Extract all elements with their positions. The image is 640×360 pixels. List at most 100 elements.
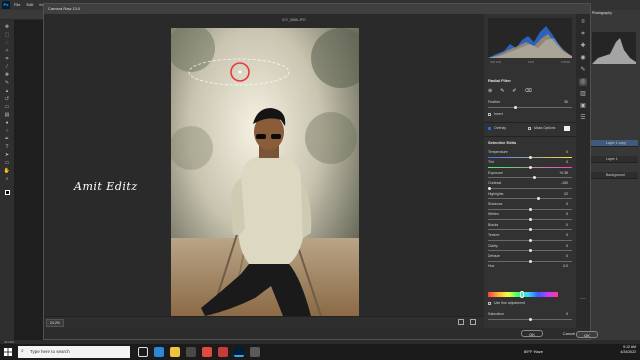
hue-picker-thumb[interactable] <box>520 291 524 298</box>
photo-preview[interactable] <box>171 28 359 316</box>
clarity-value[interactable]: 0 <box>554 244 568 248</box>
contrast-value[interactable]: -100 <box>554 181 568 185</box>
temperature-value[interactable]: 0 <box>554 150 568 154</box>
add-mask-icon[interactable]: ⊕ <box>488 88 492 94</box>
blur-tool-icon[interactable]: ● <box>3 120 11 126</box>
edit-brush-icon[interactable]: ✐ <box>512 88 516 94</box>
snapshots-icon[interactable]: ▣ <box>579 102 587 110</box>
file-explorer-icon[interactable] <box>170 347 180 357</box>
crop-icon[interactable]: ⌗ <box>579 30 587 38</box>
layer-row[interactable]: Layer 1 copy <box>590 140 638 147</box>
shadows-slider-thumb[interactable] <box>528 207 532 211</box>
app-icon[interactable] <box>250 347 260 357</box>
windows-start-icon[interactable] <box>4 348 12 356</box>
blacks-slider-thumb[interactable] <box>528 228 532 232</box>
shadows-value[interactable]: 0 <box>554 202 568 206</box>
pen-tool-icon[interactable]: ✒ <box>3 136 11 142</box>
brush-icon[interactable]: ✎ <box>500 88 504 94</box>
clarity-slider-thumb[interactable] <box>528 249 532 253</box>
task-view-icon[interactable] <box>138 347 148 357</box>
eyedropper-icon[interactable]: ⁄ <box>3 64 11 70</box>
system-clock[interactable]: 9:12 AM 4/24/2022 <box>620 345 636 355</box>
brush-tool-icon[interactable]: ✎ <box>3 80 11 86</box>
dehaze-slider-thumb[interactable] <box>528 259 532 263</box>
layer-row[interactable]: Background <box>590 172 638 179</box>
texture-slider-thumb[interactable] <box>528 238 532 242</box>
presets-icon[interactable]: ☰ <box>579 114 587 122</box>
history-brush-icon[interactable]: ↺ <box>3 96 11 102</box>
tool-icon-strip: ≡ ⌗ ✚ ◉ ✎ ◎ ▥ ▣ ☰ … <box>576 14 590 328</box>
texture-value[interactable]: 0 <box>554 233 568 237</box>
healing-brush-icon[interactable]: ✚ <box>3 72 11 78</box>
invert-checkbox[interactable] <box>488 113 491 116</box>
more-options-icon[interactable]: … <box>579 294 587 302</box>
workspace-tab[interactable]: Photography <box>592 11 612 15</box>
store-icon[interactable] <box>186 347 196 357</box>
radial-filter-icon[interactable]: ◎ <box>579 78 587 86</box>
weather-widget[interactable]: 89°F Haze <box>524 349 543 354</box>
hue-value[interactable]: 0.0 <box>554 264 568 268</box>
whites-slider-thumb[interactable] <box>528 217 532 221</box>
edge-browser-icon[interactable] <box>154 347 164 357</box>
tint-slider-thumb[interactable] <box>528 165 532 169</box>
app-icon[interactable] <box>218 347 228 357</box>
feather-value[interactable]: 30 <box>554 100 568 104</box>
hand-tool-icon[interactable]: ✋ <box>3 168 11 174</box>
highlights-slider-thumb[interactable] <box>536 197 540 201</box>
lasso-tool-icon[interactable]: ◌ <box>3 40 11 46</box>
shape-tool-icon[interactable]: ▭ <box>3 160 11 166</box>
move-tool-icon[interactable]: ✥ <box>3 24 11 30</box>
erase-icon[interactable]: ⌫ <box>525 88 532 94</box>
mask-options-checkbox[interactable] <box>528 127 531 130</box>
crop-tool-icon[interactable]: ⌗ <box>3 56 11 62</box>
eraser-tool-icon[interactable]: ▭ <box>3 104 11 110</box>
path-select-icon[interactable]: ➤ <box>3 152 11 158</box>
tools-panel: ✥ ⬚ ◌ ✧ ⌗ ⁄ ✚ ✎ ▴ ↺ ▭ ▤ ● ○ ✒ T ➤ ▭ ✋ ⌕ <box>0 20 14 340</box>
feather-slider-track[interactable] <box>488 107 572 108</box>
ok-button-visible[interactable]: OK <box>521 330 543 337</box>
exposure-slider-track[interactable] <box>488 177 572 179</box>
saturation-value[interactable]: 0 <box>554 312 568 316</box>
color-swatch[interactable] <box>3 190 11 196</box>
blacks-value[interactable]: 0 <box>554 223 568 227</box>
graduated-filter-icon[interactable]: ▥ <box>579 90 587 98</box>
marquee-tool-icon[interactable]: ⬚ <box>3 32 11 38</box>
red-eye-icon[interactable]: ◉ <box>579 54 587 62</box>
exposure-slider-thumb[interactable] <box>532 176 536 180</box>
tint-value[interactable]: 0 <box>554 160 568 164</box>
edit-icon[interactable]: ≡ <box>579 18 587 26</box>
overlay-checkbox[interactable] <box>488 127 491 130</box>
whites-value[interactable]: 0 <box>554 212 568 216</box>
type-tool-icon[interactable]: T <box>3 144 11 150</box>
highlights-value[interactable]: 22 <box>554 192 568 196</box>
magic-wand-icon[interactable]: ✧ <box>3 48 11 54</box>
stamp-tool-icon[interactable]: ▴ <box>3 88 11 94</box>
photoshop-taskbar-icon[interactable] <box>234 347 244 357</box>
compare-view-icon[interactable] <box>458 319 464 325</box>
zoom-level-dropdown[interactable]: 24.2% <box>46 319 64 327</box>
contrast-slider-track[interactable] <box>488 187 572 189</box>
canvas-bottom-bar: 24.2% <box>44 316 484 328</box>
saturation-slider-thumb[interactable] <box>529 318 532 321</box>
overlay-color-swatch[interactable] <box>564 126 570 131</box>
selective-edits-title: Selective Edits <box>488 140 517 145</box>
gradient-tool-icon[interactable]: ▤ <box>3 112 11 118</box>
contrast-slider-thumb[interactable] <box>488 186 491 190</box>
taskbar-search[interactable]: ⌕ Type here to search <box>18 346 130 358</box>
chrome-icon[interactable] <box>202 347 212 357</box>
menu-file[interactable]: File <box>14 2 20 7</box>
layer-row[interactable]: Layer 1 <box>590 156 638 163</box>
dodge-tool-icon[interactable]: ○ <box>3 128 11 134</box>
use-fine-adjustment-checkbox[interactable] <box>488 302 491 305</box>
spot-removal-icon[interactable]: ✚ <box>579 42 587 50</box>
adjustment-brush-icon[interactable]: ✎ <box>579 66 587 74</box>
temperature-slider-thumb[interactable] <box>528 155 532 159</box>
cancel-button[interactable]: Cancel <box>556 330 582 337</box>
feather-slider-thumb[interactable] <box>514 106 517 109</box>
dehaze-value[interactable]: 0 <box>554 254 568 258</box>
menu-edit[interactable]: Edit <box>26 2 33 7</box>
exposure-value[interactable]: +0.35 <box>554 171 568 175</box>
zoom-tool-icon[interactable]: ⌕ <box>3 176 11 182</box>
highlights-slider-track[interactable] <box>488 198 572 200</box>
filmstrip-icon[interactable] <box>470 319 476 325</box>
